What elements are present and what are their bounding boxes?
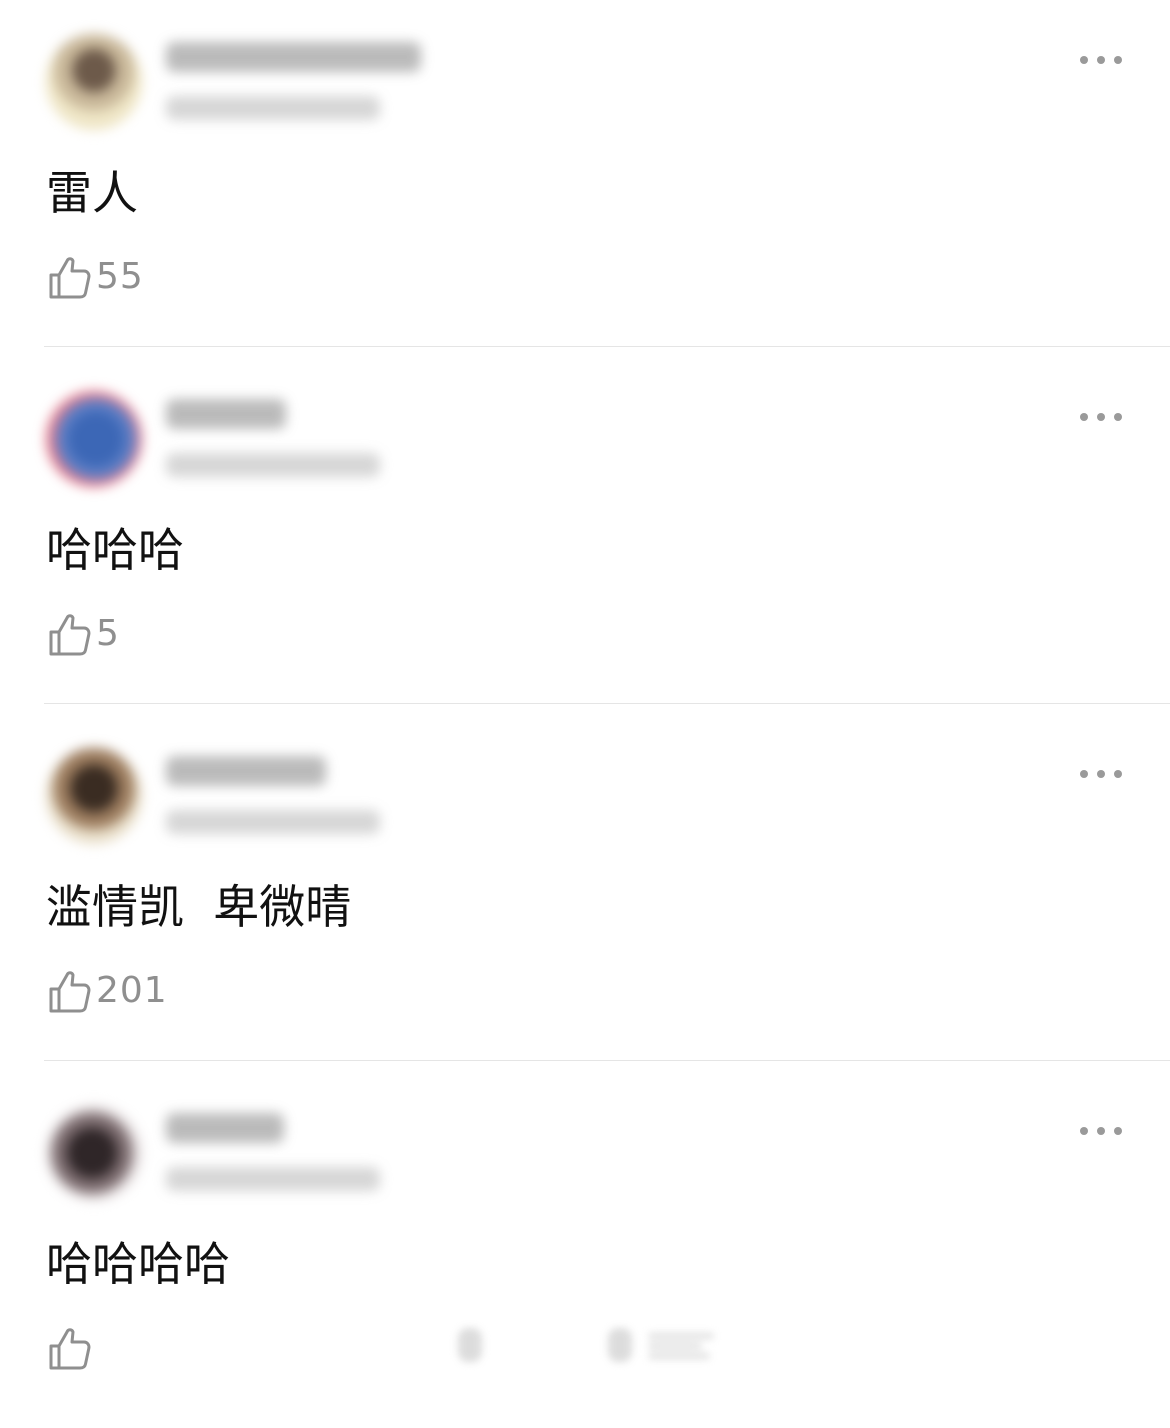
comment-meta-obscured — [166, 810, 380, 834]
comment-meta-obscured — [166, 96, 380, 120]
divider — [44, 346, 1170, 347]
avatar[interactable] — [46, 748, 142, 844]
avatar[interactable] — [46, 1105, 142, 1201]
more-icon — [1080, 413, 1088, 421]
more-icon — [1114, 413, 1122, 421]
more-icon — [1080, 770, 1088, 778]
more-icon — [1097, 770, 1105, 778]
divider — [44, 1060, 1170, 1061]
avatar[interactable] — [46, 34, 142, 130]
comment-meta-obscured — [166, 453, 380, 477]
avatar[interactable] — [46, 391, 142, 487]
like-button[interactable] — [48, 1323, 96, 1373]
more-icon — [1114, 770, 1122, 778]
more-icon — [1097, 413, 1105, 421]
thumb-up-icon — [49, 971, 91, 1013]
comment-text: 哈哈哈 — [46, 523, 184, 577]
more-options-button[interactable] — [1072, 1117, 1130, 1145]
more-options-button[interactable] — [1072, 760, 1130, 788]
like-count: 201 — [96, 970, 168, 1011]
like-button[interactable]: 5 — [48, 609, 120, 659]
like-button[interactable]: 201 — [48, 966, 168, 1016]
thumb-up-icon — [49, 614, 91, 656]
more-icon — [1097, 56, 1105, 64]
comment-card: 雷人 55 — [0, 0, 1170, 357]
more-options-button[interactable] — [1072, 46, 1130, 74]
divider — [44, 703, 1170, 704]
thumb-up-icon — [49, 1328, 91, 1370]
comment-meta-obscured — [166, 1167, 380, 1191]
comment-card: 哈哈哈 5 — [0, 357, 1170, 714]
username-obscured[interactable] — [166, 42, 421, 72]
more-icon — [1097, 1127, 1105, 1135]
comment-card: 哈哈哈哈 — [0, 1071, 1170, 1428]
comment-text: 滥情凯 卑微晴 — [46, 880, 352, 934]
more-icon — [1114, 56, 1122, 64]
comment-list: 雷人 55 哈哈哈 5 滥情凯 卑微晴 201 哈哈哈哈 — [0, 0, 1170, 1376]
more-icon — [1114, 1127, 1122, 1135]
thumb-up-icon — [49, 257, 91, 299]
username-obscured[interactable] — [166, 1113, 284, 1143]
comment-text: 哈哈哈哈 — [46, 1237, 230, 1291]
like-count: 55 — [96, 256, 144, 297]
comment-card: 滥情凯 卑微晴 201 — [0, 714, 1170, 1071]
like-button[interactable]: 55 — [48, 252, 144, 302]
comment-text: 雷人 — [46, 166, 138, 220]
more-icon — [1080, 1127, 1088, 1135]
username-obscured[interactable] — [166, 399, 286, 429]
more-options-button[interactable] — [1072, 403, 1130, 431]
more-icon — [1080, 56, 1088, 64]
like-count: 5 — [96, 613, 120, 654]
username-obscured[interactable] — [166, 756, 326, 786]
